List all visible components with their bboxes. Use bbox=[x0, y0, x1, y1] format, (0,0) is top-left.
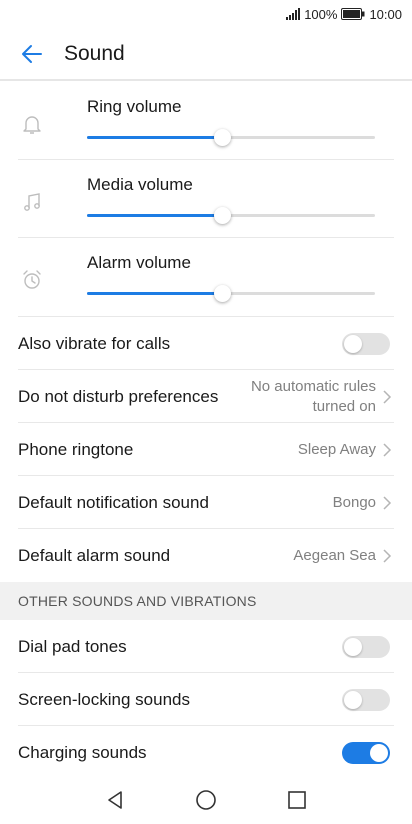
section-header: OTHER SOUNDS AND VIBRATIONS bbox=[0, 582, 412, 620]
media-volume-label: Media volume bbox=[87, 175, 193, 194]
charging-sounds-toggle[interactable] bbox=[342, 741, 390, 764]
alarm-volume-thumb[interactable] bbox=[214, 285, 232, 302]
phone-ringtone-label: Phone ringtone bbox=[18, 439, 134, 459]
circle-home-icon bbox=[196, 790, 216, 810]
screen-locking-sounds-row[interactable]: Screen-locking sounds bbox=[0, 673, 412, 726]
chevron-right-icon bbox=[383, 548, 392, 563]
battery-percent: 100% bbox=[304, 6, 338, 22]
alarm-sound-value: Aegean Sea bbox=[293, 546, 376, 564]
music-note-icon bbox=[24, 193, 40, 211]
dial-pad-tones-toggle[interactable] bbox=[342, 635, 390, 658]
chevron-right-icon bbox=[383, 442, 392, 457]
notification-sound-label: Default notification sound bbox=[18, 492, 209, 512]
media-volume-thumb[interactable] bbox=[214, 207, 232, 224]
back-button[interactable] bbox=[0, 27, 64, 80]
alarm-volume-row: Alarm volume bbox=[0, 238, 412, 316]
app-bar: Sound bbox=[0, 28, 412, 81]
triangle-back-icon bbox=[108, 791, 123, 809]
chevron-right-icon bbox=[383, 389, 392, 404]
phone-ringtone-value: Sleep Away bbox=[297, 440, 376, 458]
navigation-bar bbox=[0, 776, 412, 824]
dial-pad-tones-row[interactable]: Dial pad tones bbox=[0, 620, 412, 673]
square-recents-icon bbox=[287, 791, 306, 809]
screen-locking-sounds-label: Screen-locking sounds bbox=[18, 689, 190, 709]
nav-home-button[interactable] bbox=[186, 780, 226, 820]
nav-recents-button[interactable] bbox=[277, 780, 317, 820]
battery-icon bbox=[341, 8, 365, 20]
status-bar: 100% 10:00 bbox=[0, 0, 412, 28]
media-volume-slider[interactable] bbox=[87, 207, 375, 224]
nav-back-button[interactable] bbox=[95, 780, 135, 820]
media-volume-row: Media volume bbox=[0, 160, 412, 238]
bell-icon bbox=[23, 116, 41, 134]
chevron-right-icon bbox=[383, 495, 392, 510]
do-not-disturb-row[interactable]: Do not disturb preferences No automatic … bbox=[0, 370, 412, 423]
ring-volume-row: Ring volume bbox=[0, 82, 412, 160]
dial-pad-tones-label: Dial pad tones bbox=[18, 636, 127, 656]
phone-ringtone-row[interactable]: Phone ringtone Sleep Away bbox=[0, 423, 412, 476]
ring-volume-slider[interactable] bbox=[87, 129, 375, 146]
notification-sound-row[interactable]: Default notification sound Bongo bbox=[0, 476, 412, 529]
back-arrow-icon bbox=[22, 44, 42, 63]
ring-volume-thumb[interactable] bbox=[214, 129, 232, 146]
screen-locking-sounds-toggle[interactable] bbox=[342, 688, 390, 711]
do-not-disturb-value: No automatic rules turned on bbox=[250, 377, 376, 415]
do-not-disturb-label: Do not disturb preferences bbox=[18, 386, 219, 406]
ring-volume-label: Ring volume bbox=[87, 97, 182, 116]
notification-sound-value: Bongo bbox=[332, 493, 376, 511]
also-vibrate-label: Also vibrate for calls bbox=[18, 333, 171, 353]
page-title: Sound bbox=[64, 41, 125, 65]
also-vibrate-toggle[interactable] bbox=[342, 332, 390, 355]
charging-sounds-label: Charging sounds bbox=[18, 742, 147, 762]
alarm-sound-row[interactable]: Default alarm sound Aegean Sea bbox=[0, 529, 412, 582]
alarm-clock-icon bbox=[23, 270, 41, 289]
alarm-volume-label: Alarm volume bbox=[87, 253, 191, 272]
charging-sounds-row[interactable]: Charging sounds bbox=[0, 726, 412, 779]
section-title: OTHER SOUNDS AND VIBRATIONS bbox=[18, 593, 257, 609]
clock: 10:00 bbox=[369, 6, 402, 22]
signal-icon bbox=[286, 8, 301, 20]
alarm-sound-label: Default alarm sound bbox=[18, 545, 171, 565]
also-vibrate-row[interactable]: Also vibrate for calls bbox=[0, 317, 412, 370]
alarm-volume-slider[interactable] bbox=[87, 285, 375, 302]
